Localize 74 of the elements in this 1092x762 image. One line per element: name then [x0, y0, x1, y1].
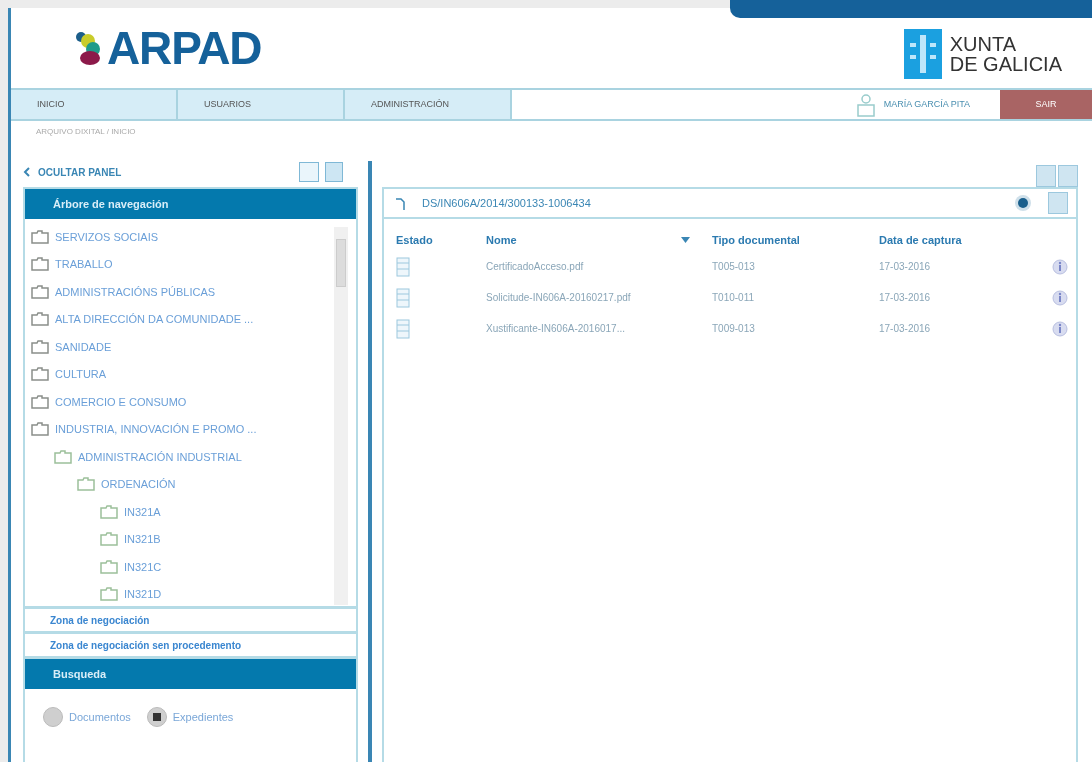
folder-icon [31, 367, 49, 382]
info-icon[interactable] [1052, 258, 1068, 275]
nav-tab[interactable]: USUARIOS [178, 90, 345, 119]
logo-text: ARPAD [107, 25, 262, 71]
folder-icon [31, 422, 49, 437]
folder-icon [31, 339, 49, 354]
tree-item[interactable]: ADMINISTRACIÓNS PÚBLICAS [55, 283, 216, 300]
tree-item[interactable]: ALTA DIRECCIÓN DA COMUNIDADE ... [55, 311, 254, 328]
folder-icon [100, 532, 118, 547]
info-icon[interactable] [1052, 320, 1068, 337]
radio-option[interactable]: Documentos [43, 707, 131, 727]
tree-item[interactable]: IN321A [124, 503, 161, 520]
folder-icon [31, 284, 49, 299]
user-name: MARÍA GARCÍA PITA [883, 97, 970, 111]
document-button[interactable] [325, 162, 343, 182]
org-name: DE GALICIA [949, 54, 1062, 74]
table-cell-text: T005-013 [712, 260, 755, 274]
tree-item[interactable]: IN321B [124, 531, 161, 548]
panel-title: Busqueda [53, 666, 107, 682]
folder-icon [31, 257, 49, 272]
folder-icon [77, 477, 95, 492]
document-icon [396, 256, 410, 277]
table-cell-text: CertificadoAcceso.pdf [486, 260, 584, 274]
column-header[interactable]: Estado [396, 231, 433, 249]
resize-button[interactable] [1058, 165, 1078, 187]
table-cell-text: 17-03-2016 [879, 260, 931, 274]
table-cell-text: 17-03-2016 [879, 322, 931, 336]
column-header[interactable]: Data de captura [879, 231, 962, 249]
section-header[interactable]: Zona de negociación sen procedemento [25, 631, 356, 659]
hide-panel-link[interactable]: OCULTAR PANEL [23, 164, 122, 180]
tree-item[interactable]: SANIDADE [55, 338, 112, 355]
folder-icon [31, 312, 49, 327]
tree-item[interactable]: INDUSTRIA, INNOVACIÓN E PROMO ... [55, 421, 257, 438]
document-icon [396, 318, 410, 339]
emblem-icon [903, 29, 942, 79]
folder-icon [100, 587, 118, 602]
tree-item[interactable]: ADMINISTRACIÓN INDUSTRIAL [78, 448, 242, 465]
section-header[interactable]: Zona de negociación [25, 606, 356, 634]
folder-icon [31, 394, 49, 409]
tree-item[interactable]: TRABALLO [55, 256, 113, 273]
user-icon [855, 92, 876, 117]
info-icon[interactable] [1052, 289, 1068, 306]
table-cell-text: T009-013 [712, 322, 755, 336]
tree-item[interactable]: COMERCIO E CONSUMO [55, 393, 187, 410]
tree-item[interactable]: SERVIZOS SOCIAIS [55, 228, 159, 245]
column-header[interactable]: Tipo documental [712, 231, 800, 249]
sort-caret-icon[interactable] [681, 237, 690, 243]
nav-tab[interactable]: ADMINISTRACIÓN [345, 90, 512, 119]
folder-path: DS/IN606A/2014/300133-1006434 [422, 195, 592, 211]
tree-item[interactable]: ORDENACIÓN [101, 476, 176, 493]
column-header[interactable]: Nome [486, 231, 517, 249]
chevron-left-icon [23, 167, 30, 177]
panel-title: Árbore de navegación [53, 196, 169, 212]
table-cell-text: Solicitude-IN606A-20160217.pdf [486, 291, 631, 305]
folder-icon [31, 229, 49, 244]
tree-item[interactable]: CULTURA [55, 366, 107, 383]
table-cell-text: T010-011 [712, 291, 755, 305]
nav-tab[interactable]: INICIO [11, 90, 178, 119]
table-cell-text: Xustificante-IN606A-2016017... [486, 322, 625, 336]
table-cell-text: 17-03-2016 [879, 291, 931, 305]
expand-button[interactable] [299, 162, 319, 182]
document-icon [396, 287, 410, 308]
logout-button[interactable]: SAIR [1000, 90, 1092, 119]
folder-icon [100, 504, 118, 519]
tree-item[interactable]: IN321D [124, 586, 162, 603]
home-button[interactable] [1036, 165, 1056, 187]
folder-icon [54, 449, 72, 464]
tree-item[interactable]: IN321C [124, 558, 162, 575]
org-name: XUNTA [949, 34, 1018, 54]
radio-option[interactable]: Expedientes [146, 707, 234, 727]
folder-icon [100, 559, 118, 574]
download-button[interactable] [1048, 192, 1068, 214]
breadcrumb: ARQUIVO DIXITAL / INICIO [36, 126, 136, 138]
scrollbar[interactable] [334, 227, 348, 605]
